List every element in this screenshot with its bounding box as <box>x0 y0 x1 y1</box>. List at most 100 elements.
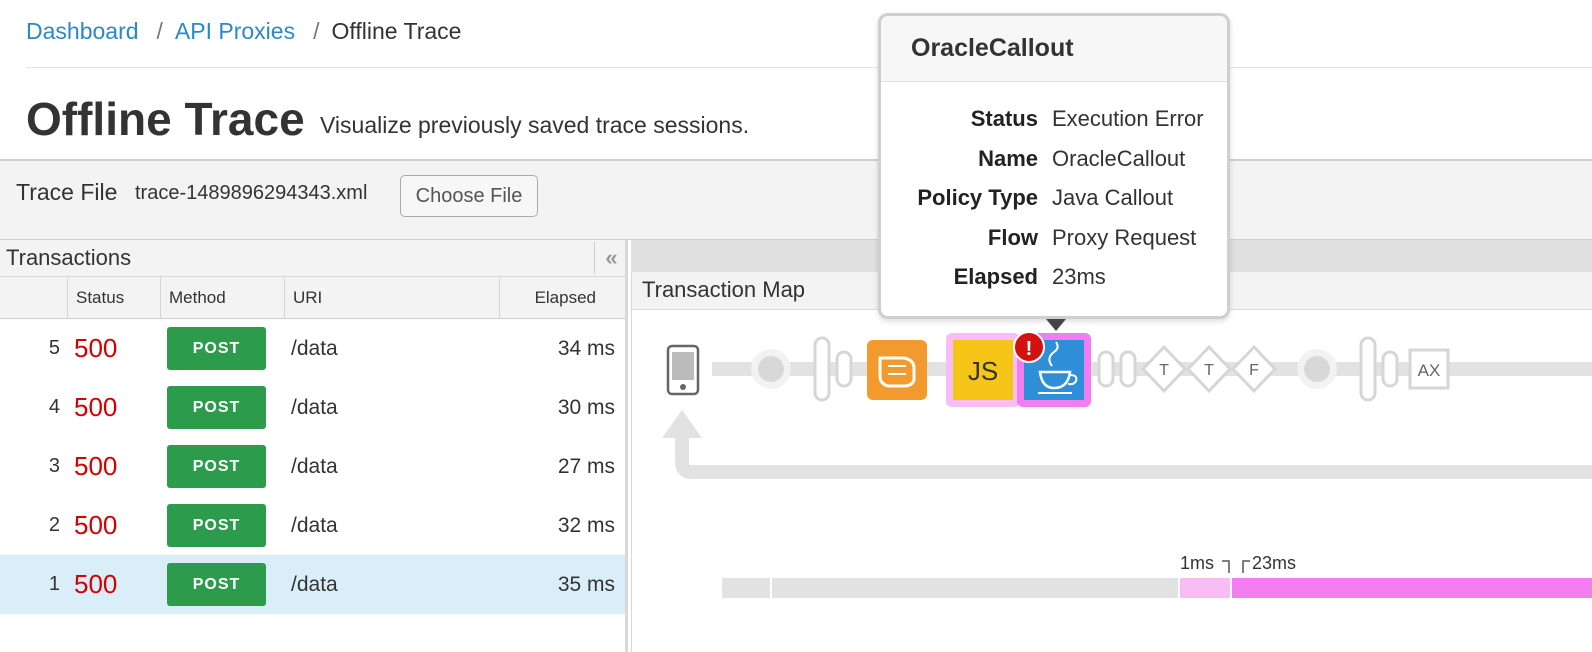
extract-variables-policy-icon[interactable] <box>867 340 927 400</box>
transaction-row[interactable]: 2 500 POST /data 32 ms <box>0 496 625 555</box>
detail-row-name: Name OracleCallout <box>881 146 1227 186</box>
row-uri: /data <box>291 514 338 537</box>
detail-value: Execution Error <box>1052 106 1204 131</box>
breadcrumb-separator: / <box>313 18 320 44</box>
popover-title: OracleCallout <box>881 16 1227 82</box>
timeline-label-23ms: 23ms <box>1252 553 1296 573</box>
row-number: 2 <box>48 514 60 536</box>
row-number: 1 <box>48 573 60 595</box>
detail-key: Policy Type <box>917 185 1038 210</box>
popover-pointer-icon <box>1046 319 1066 331</box>
flow-step-dot <box>1304 356 1330 382</box>
detail-key: Status <box>970 106 1038 131</box>
row-status: 500 <box>74 392 118 422</box>
trace-file-name: trace-1489896294343.xml <box>135 182 368 204</box>
trace-file-bar: Trace File trace-1489896294343.xml Choos… <box>0 159 1592 240</box>
transactions-panel: Transactions « Status Method URI Elapsed… <box>0 240 628 652</box>
transactions-header: Transactions « <box>0 240 625 277</box>
column-method[interactable]: Method <box>160 277 285 318</box>
error-badge-icon: ! <box>1013 331 1045 363</box>
condition-true-icon[interactable]: T <box>1140 344 1188 394</box>
transaction-row[interactable]: 3 500 POST /data 27 ms <box>0 437 625 496</box>
transaction-map-diagram: JS ! T T F AX 1ms 23ms <box>662 331 1592 598</box>
condition-label: T <box>1204 362 1214 379</box>
column-uri[interactable]: URI <box>284 277 500 318</box>
timeline-label-1ms: 1ms <box>1180 553 1214 573</box>
page-subtitle: Visualize previously saved trace session… <box>320 112 750 138</box>
detail-value: Proxy Request <box>1052 224 1197 250</box>
timeline-segment-java-callout[interactable] <box>1232 578 1592 598</box>
return-flow-line <box>675 432 1592 479</box>
column-elapsed[interactable]: Elapsed <box>499 277 628 318</box>
condition-true-icon[interactable]: T <box>1185 344 1233 394</box>
policy-details-popover: OracleCallout Status Execution Error Nam… <box>878 13 1230 331</box>
error-mark: ! <box>1026 338 1033 360</box>
flow-segment-marker <box>1119 350 1137 388</box>
transactions-title: Transactions <box>6 245 132 270</box>
flow-segment-marker <box>1359 336 1377 402</box>
row-number: 3 <box>48 455 60 477</box>
detail-row-elapsed: Elapsed 23ms <box>881 264 1227 304</box>
return-arrow-icon <box>662 410 702 438</box>
row-number: 4 <box>48 396 60 418</box>
flow-segment-marker <box>1381 350 1399 388</box>
row-elapsed: 27 ms <box>557 455 615 478</box>
detail-row-status: Status Execution Error <box>881 106 1227 146</box>
row-method-badge: POST <box>167 386 266 429</box>
detail-row-flow: Flow Proxy Request <box>881 225 1227 265</box>
row-method-badge: POST <box>167 327 266 370</box>
choose-file-button[interactable]: Choose File <box>400 175 538 217</box>
detail-row-policy-type: Policy Type Java Callout <box>881 185 1227 225</box>
double-chevron-left-icon: « <box>605 245 618 270</box>
trace-file-label: Trace File <box>16 179 118 205</box>
condition-label: T <box>1159 362 1169 379</box>
detail-value: 23ms <box>1052 264 1106 289</box>
breadcrumb-current: Offline Trace <box>331 18 462 44</box>
flow-segment-marker <box>813 336 831 402</box>
row-elapsed: 30 ms <box>557 396 615 419</box>
row-uri: /data <box>291 337 338 360</box>
column-status[interactable]: Status <box>67 277 161 318</box>
timeline-segment[interactable] <box>772 578 1178 598</box>
analytics-label: AX <box>1418 361 1441 380</box>
transaction-row[interactable]: 4 500 POST /data 30 ms <box>0 378 625 437</box>
row-method-badge: POST <box>167 445 266 488</box>
timeline-bracket-icon <box>1222 560 1250 573</box>
timeline-segment[interactable] <box>722 578 770 598</box>
row-method-badge: POST <box>167 563 266 606</box>
header-divider <box>26 67 1592 68</box>
js-policy-label: JS <box>968 356 998 386</box>
analytics-step-icon[interactable]: AX <box>1408 348 1450 390</box>
breadcrumb-separator: / <box>156 18 163 44</box>
row-method-badge: POST <box>167 504 266 547</box>
flow-step-dot <box>758 356 784 382</box>
timeline-segment-js[interactable] <box>1180 578 1230 598</box>
breadcrumb: Dashboard / API Proxies / Offline Trace <box>26 18 461 45</box>
transactions-column-header: Status Method URI Elapsed <box>0 277 625 319</box>
breadcrumb-dashboard-link[interactable]: Dashboard <box>26 18 139 45</box>
flow-segment-marker <box>1097 350 1115 388</box>
row-uri: /data <box>291 573 338 596</box>
transaction-row[interactable]: 5 500 POST /data 34 ms <box>0 319 625 378</box>
detail-value: OracleCallout <box>1052 145 1186 171</box>
detail-key: Flow <box>987 224 1038 250</box>
row-elapsed: 35 ms <box>557 573 615 596</box>
condition-false-icon[interactable]: F <box>1230 344 1278 394</box>
detail-value: Java Callout <box>1052 185 1174 210</box>
breadcrumb-api-proxies-link[interactable]: API Proxies <box>175 18 295 45</box>
condition-label: F <box>1249 362 1259 379</box>
row-status: 500 <box>74 569 118 599</box>
row-uri: /data <box>291 455 338 478</box>
row-uri: /data <box>291 396 338 419</box>
transactions-list: 5 500 POST /data 34 ms 4 500 POST /data … <box>0 319 625 614</box>
popover-details: Status Execution Error Name OracleCallou… <box>881 82 1227 304</box>
collapse-panel-button[interactable]: « <box>594 242 628 274</box>
transaction-row-selected[interactable]: 1 500 POST /data 35 ms <box>0 555 625 614</box>
detail-key: Name <box>978 145 1038 171</box>
detail-key: Elapsed <box>953 264 1038 289</box>
row-elapsed: 34 ms <box>557 337 615 360</box>
client-phone-icon[interactable] <box>666 344 700 396</box>
row-status: 500 <box>74 333 118 363</box>
transaction-map-panel: Transaction Map JS ! T T F AX 1ms 23ms <box>631 272 1592 652</box>
flow-segment-marker <box>835 350 853 388</box>
